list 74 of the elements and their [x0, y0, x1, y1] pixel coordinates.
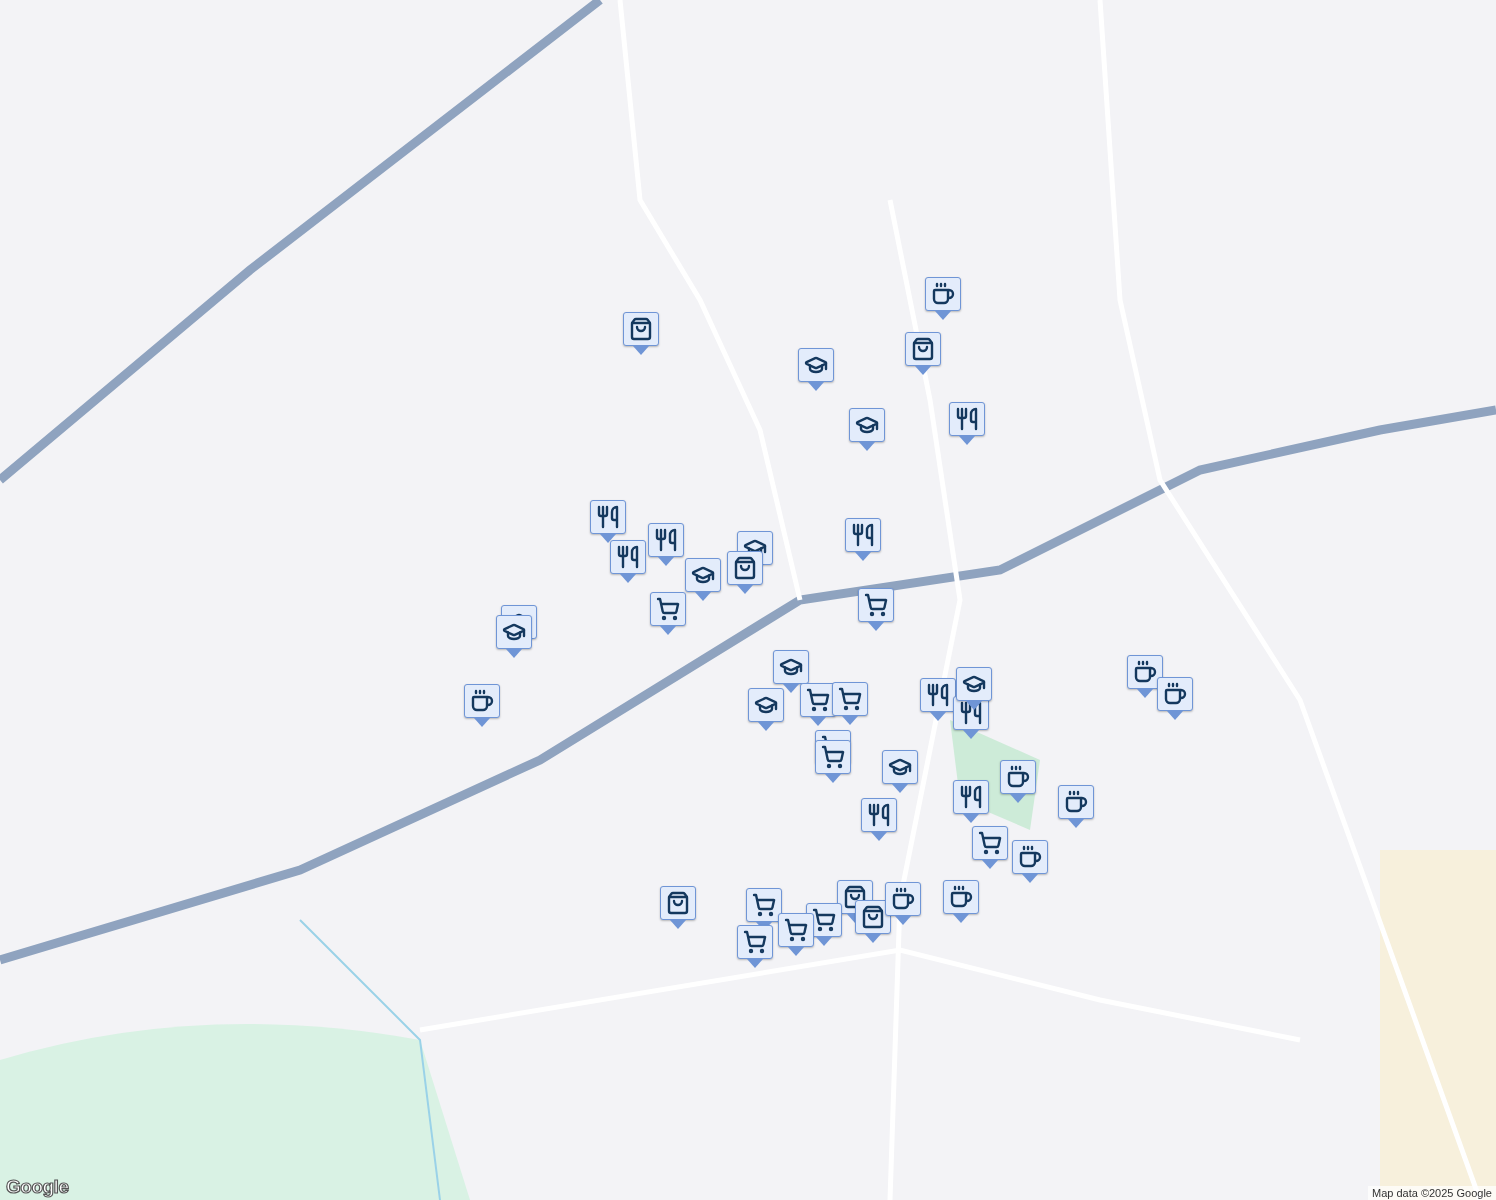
- map-marker[interactable]: [861, 798, 897, 842]
- map-marker[interactable]: [953, 780, 989, 824]
- cup-icon: [1064, 790, 1088, 814]
- map-marker[interactable]: [832, 682, 868, 726]
- fork-knife-icon: [926, 683, 950, 707]
- fork-knife-icon: [955, 407, 979, 431]
- map-marker[interactable]: [800, 683, 836, 727]
- cup-icon: [931, 282, 955, 306]
- cup-icon: [1006, 765, 1030, 789]
- fork-knife-icon: [867, 803, 891, 827]
- map-marker[interactable]: [610, 540, 646, 584]
- map-marker[interactable]: [925, 277, 961, 321]
- map-marker[interactable]: [798, 348, 834, 392]
- fork-knife-icon: [654, 528, 678, 552]
- map-marker[interactable]: [590, 500, 626, 544]
- map-marker[interactable]: [905, 332, 941, 376]
- map-marker[interactable]: [464, 684, 500, 728]
- cart-icon: [806, 688, 830, 712]
- map-marker[interactable]: [920, 678, 956, 722]
- cup-icon: [891, 887, 915, 911]
- cup-icon: [1133, 660, 1157, 684]
- map-attribution: Map data ©2025 Google: [1367, 1186, 1496, 1200]
- map-marker[interactable]: [1012, 840, 1048, 884]
- fork-knife-icon: [959, 701, 983, 725]
- map-marker[interactable]: [1127, 655, 1163, 699]
- map-marker[interactable]: [815, 740, 851, 784]
- map-marker[interactable]: [1000, 760, 1036, 804]
- fork-knife-icon: [851, 523, 875, 547]
- cart-icon: [978, 831, 1002, 855]
- map-marker[interactable]: [660, 886, 696, 930]
- map-marker[interactable]: [882, 750, 918, 794]
- map-marker[interactable]: [845, 518, 881, 562]
- cart-icon: [812, 908, 836, 932]
- cup-icon: [1018, 845, 1042, 869]
- cup-icon: [1163, 682, 1187, 706]
- fork-knife-icon: [596, 505, 620, 529]
- bag-icon: [861, 905, 885, 929]
- cart-icon: [864, 593, 888, 617]
- map-marker[interactable]: [685, 558, 721, 602]
- map-marker[interactable]: [956, 667, 992, 711]
- map-marker[interactable]: [623, 312, 659, 356]
- fork-knife-icon: [959, 785, 983, 809]
- map-marker[interactable]: [737, 925, 773, 969]
- bag-icon: [629, 317, 653, 341]
- bag-icon: [733, 556, 757, 580]
- map-marker[interactable]: [778, 913, 814, 957]
- map-marker[interactable]: [727, 551, 763, 595]
- map-marker[interactable]: [943, 880, 979, 924]
- cart-icon: [838, 687, 862, 711]
- cup-icon: [470, 689, 494, 713]
- map-marker[interactable]: [1058, 785, 1094, 829]
- map-marker[interactable]: [496, 615, 532, 659]
- map-marker[interactable]: [885, 882, 921, 926]
- fork-knife-icon: [616, 545, 640, 569]
- map-marker[interactable]: [858, 588, 894, 632]
- cart-icon: [821, 745, 845, 769]
- map-marker[interactable]: [648, 523, 684, 567]
- cart-icon: [784, 918, 808, 942]
- map-marker[interactable]: [650, 592, 686, 636]
- map-marker[interactable]: [1157, 677, 1193, 721]
- bag-icon: [843, 885, 867, 909]
- map-marker[interactable]: [773, 650, 809, 694]
- bag-icon: [666, 891, 690, 915]
- google-logo: Google: [6, 1176, 69, 1198]
- cart-icon: [656, 597, 680, 621]
- bag-icon: [911, 337, 935, 361]
- cart-icon: [752, 893, 776, 917]
- map-marker[interactable]: [855, 900, 891, 944]
- map-marker[interactable]: [949, 402, 985, 446]
- cup-icon: [949, 885, 973, 909]
- map-marker[interactable]: [849, 408, 885, 452]
- map-marker[interactable]: [972, 826, 1008, 870]
- map-marker[interactable]: [748, 688, 784, 732]
- cart-icon: [743, 930, 767, 954]
